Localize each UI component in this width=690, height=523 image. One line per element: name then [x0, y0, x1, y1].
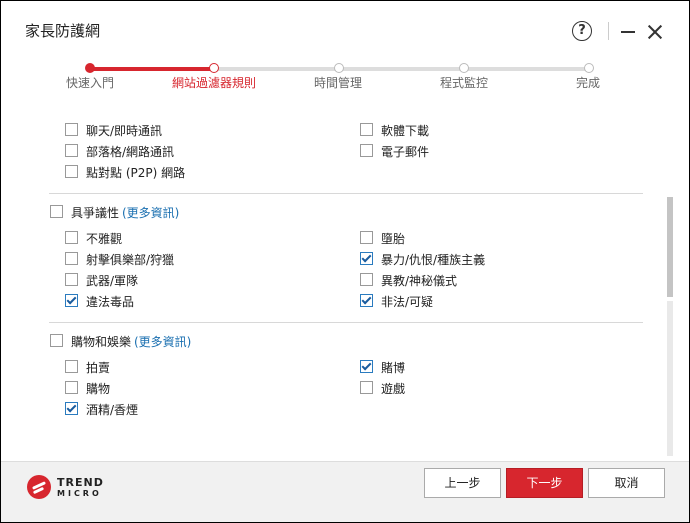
checkbox-checked[interactable]: [360, 294, 373, 307]
trend-micro-logo: TREND MICRO: [27, 472, 107, 508]
checkbox[interactable]: [360, 123, 373, 136]
step-label-programs: 程式監控: [440, 76, 489, 90]
step-label-web-filter: 網站過濾器規則: [172, 76, 257, 90]
checkbox[interactable]: [360, 144, 373, 157]
group-divider: [49, 322, 643, 323]
checkbox-checked[interactable]: [65, 294, 78, 307]
cancel-button[interactable]: 取消: [588, 468, 665, 498]
checkbox[interactable]: [65, 360, 78, 373]
checkbox-checked[interactable]: [360, 360, 373, 373]
checkbox[interactable]: [65, 273, 78, 286]
checkbox-checked[interactable]: [360, 252, 373, 265]
back-button[interactable]: 上一步: [424, 468, 501, 498]
scrollbar-thumb[interactable]: [667, 197, 673, 297]
checkbox[interactable]: [360, 273, 373, 286]
step-label-done: 完成: [576, 76, 601, 90]
checkbox[interactable]: [65, 144, 78, 157]
step-dot-web-filter: [209, 63, 219, 73]
step-label-time: 時間管理: [314, 76, 363, 90]
group-divider: [49, 193, 643, 194]
step-dot-programs: [459, 63, 469, 73]
next-button[interactable]: 下一步: [506, 468, 583, 498]
footer-bar: TREND MICRO 上一步 下一步 取消: [1, 461, 689, 522]
group-checkbox[interactable]: [50, 205, 63, 218]
scrollbar-track[interactable]: [667, 301, 673, 456]
group-title: 購物和娛樂: [71, 335, 132, 349]
more-info-link[interactable]: (更多資訊): [134, 333, 191, 351]
group-title: 具爭議性: [71, 206, 120, 220]
checkbox[interactable]: [65, 165, 78, 178]
title-bar: 家長防護網 ?: [1, 1, 689, 57]
step-dot-done: [584, 63, 594, 73]
checkbox-checked[interactable]: [65, 402, 78, 415]
trend-micro-ball-icon: [27, 475, 51, 499]
vertical-scrollbar[interactable]: [667, 101, 675, 456]
minimize-icon[interactable]: [621, 31, 635, 33]
category-list: 聊天/即時通訊 軟體下載 部落格/網路通訊 電子郵件 點對點 (P2P) 網路 …: [1, 101, 665, 456]
wizard-stepper: 快速入門 網站過濾器規則 時間管理 程式監控 完成: [1, 57, 689, 97]
checkbox[interactable]: [65, 123, 78, 136]
stepper-track-done: [90, 67, 214, 71]
group-checkbox[interactable]: [50, 334, 63, 347]
checkbox[interactable]: [65, 231, 78, 244]
step-dot-quick-start: [85, 63, 95, 73]
stepper-track-todo: [214, 67, 589, 71]
more-info-link[interactable]: (更多資訊): [122, 204, 179, 222]
window-title: 家長防護網: [25, 22, 101, 40]
checkbox[interactable]: [360, 381, 373, 394]
checkbox[interactable]: [65, 252, 78, 265]
titlebar-divider: [608, 22, 609, 40]
help-icon[interactable]: ?: [572, 21, 592, 41]
checkbox[interactable]: [360, 231, 373, 244]
step-label-quick-start: 快速入門: [66, 76, 115, 90]
close-icon[interactable]: [647, 24, 663, 40]
parental-controls-window: 家長防護網 ? 快速入門 網站過濾器規則 時間管理 程式監控 完成 聊天/即時通…: [1, 1, 689, 522]
step-dot-time: [334, 63, 344, 73]
checkbox[interactable]: [65, 381, 78, 394]
